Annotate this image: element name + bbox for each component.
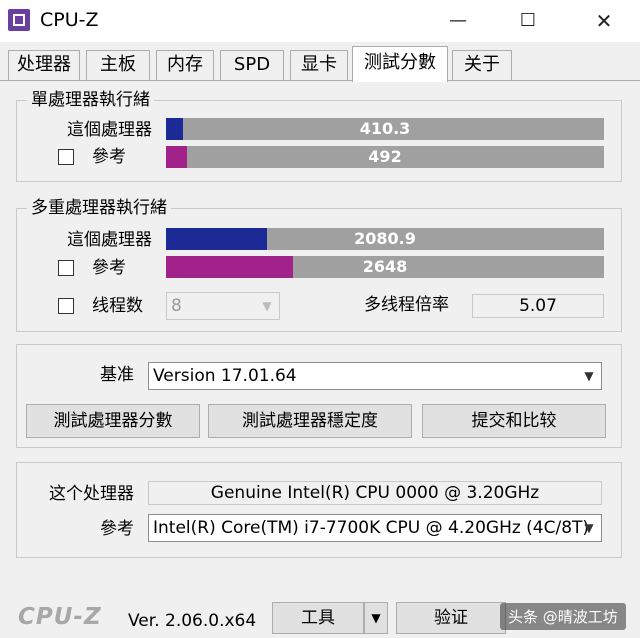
multi-ref-label: 參考 (92, 258, 126, 278)
tab-graphics[interactable]: 显卡 (290, 50, 348, 80)
this-cpu-label: 这个处理器 (49, 484, 134, 504)
tab-bench[interactable]: 测試分數 (352, 46, 448, 82)
bench-cpu-button[interactable]: 測試處理器分數 (26, 404, 200, 438)
chevron-down-icon: ▼ (262, 299, 272, 313)
multi-ref-bar: 2648 (166, 256, 604, 278)
threads-label: 线程数 (92, 296, 143, 316)
tab-divider (0, 80, 640, 81)
threads-value: 8 (171, 296, 182, 316)
multi-thread-title: 多重處理器執行緒 (27, 197, 171, 219)
cpu-z-logo: CPU-Z (18, 604, 102, 630)
single-ref-bar: 492 (166, 146, 604, 168)
tab-memory[interactable]: 内存 (156, 50, 214, 80)
close-button[interactable]: ✕ (576, 0, 632, 42)
single-ref-score: 492 (368, 147, 402, 166)
multi-ref-score: 2648 (362, 257, 408, 276)
title-bar[interactable]: CPU-Z — ☐ ✕ (0, 0, 640, 42)
tab-spd[interactable]: SPD (220, 50, 284, 80)
validate-button[interactable]: 验证 (396, 602, 506, 634)
minimize-button[interactable]: — (430, 0, 486, 42)
ref-cpu-select[interactable]: Intel(R) Core(TM) i7-7700K CPU @ 4.20GHz… (148, 514, 602, 542)
watermark: 头条 @晴波工坊 (500, 603, 626, 630)
version-label: Ver. 2.06.0.x64 (128, 611, 257, 631)
ratio-value: 5.07 (472, 294, 604, 318)
close-icon: ✕ (595, 9, 613, 33)
ref-cpu-label: 參考 (100, 519, 134, 539)
multi-this-score: 2080.9 (354, 229, 416, 248)
tab-about[interactable]: 关于 (452, 50, 512, 80)
this-cpu-value: Genuine Intel(R) CPU 0000 @ 3.20GHz (148, 481, 602, 505)
multi-this-label: 這個處理器 (67, 230, 152, 250)
ref-cpu-value: Intel(R) Core(TM) i7-7700K CPU @ 4.20GHz… (153, 518, 590, 538)
minimize-icon: — (449, 10, 467, 31)
tab-strip: 处理器 主板 内存 SPD 显卡 测試分數 关于 (0, 42, 640, 82)
benchmark-version-value: Version 17.01.64 (153, 366, 297, 386)
single-thread-group: 單處理器執行緒 (16, 89, 622, 182)
stress-cpu-button[interactable]: 測試處理器穩定度 (208, 404, 412, 438)
single-this-label: 這個處理器 (67, 120, 152, 140)
tab-processor[interactable]: 处理器 (8, 50, 80, 80)
multi-ref-checkbox[interactable] (58, 260, 74, 276)
tab-mainboard[interactable]: 主板 (86, 50, 150, 80)
tools-button[interactable]: 工具 (272, 602, 364, 634)
chevron-down-icon: ▼ (584, 521, 594, 535)
threads-select[interactable]: 8 ▼ (166, 292, 280, 320)
single-this-score: 410.3 (359, 119, 411, 138)
threads-checkbox[interactable] (58, 298, 74, 314)
maximize-button[interactable]: ☐ (500, 0, 556, 42)
submit-compare-button[interactable]: 提交和比较 (422, 404, 606, 438)
chevron-down-icon: ▼ (371, 611, 381, 625)
tools-dropdown-button[interactable]: ▼ (364, 602, 388, 634)
cpu-z-app-icon (8, 9, 30, 31)
single-ref-label: 參考 (92, 147, 126, 167)
single-ref-checkbox[interactable] (58, 149, 74, 165)
single-thread-title: 單處理器執行緒 (27, 89, 154, 111)
multi-this-bar: 2080.9 (166, 228, 604, 250)
cpu-info-group (16, 462, 622, 558)
single-this-bar: 410.3 (166, 118, 604, 140)
window-title: CPU-Z (40, 9, 99, 31)
benchmark-version-select[interactable]: Version 17.01.64 ▼ (148, 362, 602, 390)
ratio-label: 多线程倍率 (364, 295, 449, 315)
maximize-icon: ☐ (519, 10, 537, 31)
benchmark-label: 基准 (100, 365, 134, 385)
chevron-down-icon: ▼ (584, 369, 594, 383)
